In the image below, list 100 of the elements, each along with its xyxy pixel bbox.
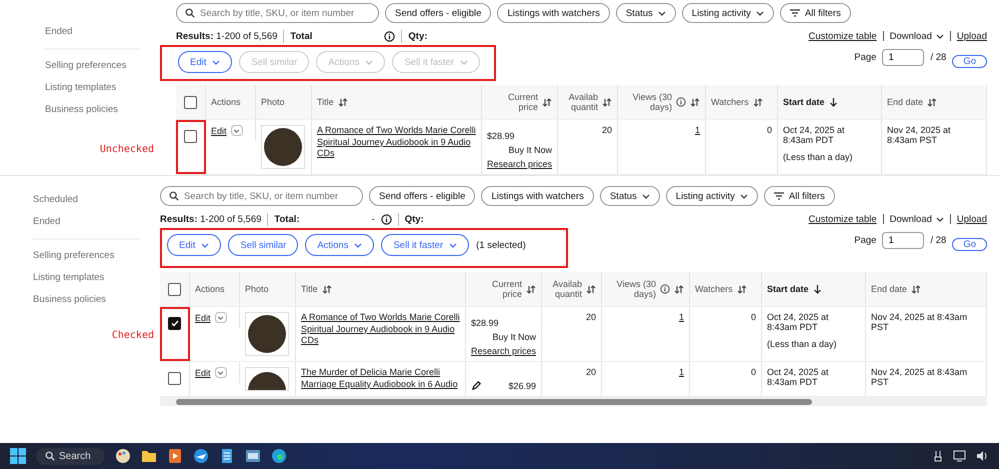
upload-link[interactable]: Upload — [956, 30, 987, 42]
filter-chip[interactable]: All filters — [764, 186, 835, 206]
views-link[interactable]: 1 — [678, 367, 684, 377]
filter-chip[interactable]: Listing activity — [666, 186, 758, 206]
edit-link[interactable]: Edit — [211, 126, 227, 136]
browser-icon[interactable] — [270, 448, 287, 464]
paint-palette-icon[interactable] — [114, 448, 131, 464]
window-icon[interactable] — [244, 448, 261, 464]
media-player-icon[interactable] — [166, 448, 183, 464]
horizontal-scrollbar[interactable] — [160, 397, 987, 406]
column-header[interactable]: Title — [317, 96, 334, 108]
column-header[interactable]: Current price — [487, 92, 538, 112]
sort-icon[interactable] — [752, 98, 763, 106]
more-actions-button[interactable] — [230, 125, 243, 136]
sidebar-item[interactable]: Scheduled — [33, 194, 160, 216]
page-field[interactable]: 1 — [882, 49, 924, 66]
chevron-icon — [365, 60, 374, 64]
go-button[interactable]: Go — [952, 55, 987, 68]
pencil-icon[interactable] — [471, 380, 482, 391]
column-header[interactable]: Watchers — [695, 284, 733, 294]
sort-icon[interactable] — [927, 98, 938, 106]
sidebar-item[interactable]: Listing templates — [33, 272, 160, 294]
action-button[interactable]: Actions — [305, 234, 374, 256]
more-actions-button[interactable] — [214, 312, 227, 323]
quantity: 20 — [602, 125, 612, 135]
sidebar-item[interactable]: Listing templates — [45, 82, 160, 104]
column-header[interactable]: Watchers — [711, 96, 749, 108]
checkmark-icon — [170, 320, 178, 327]
customize-table-link[interactable]: Customize table — [808, 30, 877, 42]
sort-icon[interactable] — [736, 284, 747, 294]
column-header[interactable]: Start date — [767, 284, 809, 294]
speaker-icon[interactable] — [976, 450, 989, 462]
download-menu[interactable]: Download — [890, 30, 944, 42]
filter-chip[interactable]: Listing activity — [682, 3, 774, 23]
column-header[interactable]: Views (30 days) — [607, 278, 656, 300]
column-header[interactable]: End date — [871, 284, 908, 294]
listing-title-link[interactable]: A Romance of Two Worlds Marie Corelli Spiritual Journey Audiobook in 9 Audio CDs — [301, 312, 460, 348]
airplane-icon[interactable] — [192, 448, 209, 464]
photo-placeholder — [245, 367, 289, 391]
sort-down-icon[interactable] — [828, 97, 838, 107]
listing-title-link[interactable]: The Murder of Delicia Marie Corelli Marriage Equality Audiobook in 6 Audio — [301, 367, 460, 390]
more-actions-button[interactable] — [214, 367, 227, 378]
listing-title-link[interactable]: A Romance of Two Worlds Marie Corelli Spiritual Journey Audiobook in 9 Audio CDs — [317, 125, 476, 160]
folder-icon[interactable] — [140, 448, 157, 464]
watchers-count: 0 — [766, 125, 772, 135]
go-button[interactable]: Go — [952, 238, 987, 251]
research-prices-link[interactable]: Research prices — [470, 346, 536, 356]
row-checkbox[interactable] — [168, 317, 181, 330]
filter-chip[interactable]: Listings with watchers — [481, 186, 594, 206]
action-button[interactable]: Edit — [178, 51, 232, 73]
select-all-checkbox[interactable] — [168, 282, 181, 296]
action-button[interactable]: Edit — [167, 234, 222, 256]
search-field[interactable]: Search by title, SKU, or item number — [176, 3, 379, 23]
select-all-checkbox[interactable] — [184, 96, 197, 108]
sort-icon[interactable] — [542, 98, 552, 106]
sort-icon[interactable] — [322, 284, 332, 294]
action-button[interactable]: Sell it faster — [381, 234, 470, 256]
filter-chip[interactable]: Status — [616, 3, 676, 23]
edit-link[interactable]: Edit — [195, 368, 211, 378]
column-header[interactable]: Start date — [783, 96, 825, 108]
sidebar-item[interactable]: Business policies — [33, 294, 160, 316]
research-prices-link[interactable]: Research prices — [486, 159, 552, 169]
column-header[interactable]: Title — [301, 284, 318, 294]
column-header: Photo — [261, 96, 285, 108]
row-checkbox[interactable] — [184, 130, 197, 143]
sort-icon[interactable] — [690, 98, 700, 106]
sidebar-item[interactable]: Ended — [33, 216, 160, 238]
sort-icon[interactable] — [526, 284, 536, 294]
sort-down-icon[interactable] — [812, 284, 822, 294]
row-checkbox[interactable] — [168, 372, 181, 385]
column-header[interactable]: End date — [887, 96, 924, 108]
filter-chip[interactable]: Status — [600, 186, 660, 206]
sidebar-item[interactable]: Selling preferences — [45, 60, 160, 82]
sort-icon[interactable] — [674, 284, 684, 294]
column-header[interactable]: Availab quantit — [563, 92, 598, 112]
page-field[interactable]: 1 — [882, 232, 924, 249]
edit-link[interactable]: Edit — [195, 312, 211, 322]
sort-icon[interactable] — [602, 98, 612, 106]
sort-icon[interactable] — [911, 284, 922, 294]
windows-start-icon[interactable] — [10, 448, 26, 464]
download-menu[interactable]: Download — [890, 214, 944, 224]
sidebar-item[interactable]: Ended — [45, 26, 160, 48]
customize-table-link[interactable]: Customize table — [808, 214, 877, 224]
sort-icon[interactable] — [586, 284, 596, 294]
column-header[interactable]: Availab quantit — [547, 278, 582, 300]
sort-icon[interactable] — [338, 98, 348, 106]
action-button[interactable]: Sell similar — [228, 234, 298, 256]
sidebar-item[interactable]: Business policies — [45, 104, 160, 126]
column-header[interactable]: Current price — [471, 278, 522, 300]
filter-chip[interactable]: All filters — [780, 3, 851, 23]
search-field[interactable]: Search by title, SKU, or item number — [160, 186, 363, 206]
filter-chip[interactable]: Listings with watchers — [497, 3, 610, 23]
views-link[interactable]: 1 — [694, 125, 700, 135]
taskbar-search[interactable]: Search — [36, 448, 105, 464]
filter-chip[interactable]: Send offers - eligible — [385, 3, 492, 23]
filter-chip[interactable]: Send offers - eligible — [369, 186, 476, 206]
views-link[interactable]: 1 — [678, 312, 684, 322]
sidebar-item[interactable]: Selling preferences — [33, 250, 160, 272]
upload-link[interactable]: Upload — [956, 214, 987, 224]
column-header[interactable]: Views (30 days) — [623, 92, 672, 112]
